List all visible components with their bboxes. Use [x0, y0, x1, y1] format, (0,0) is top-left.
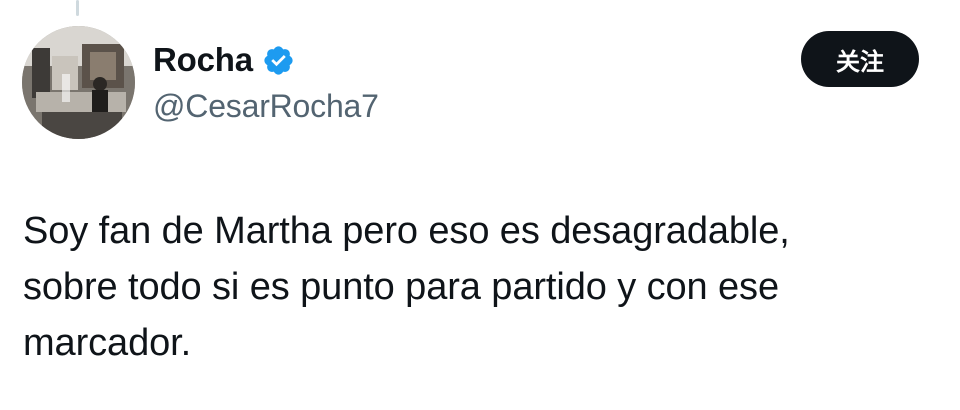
profile-photo-icon: [22, 26, 135, 139]
author-name-row: Rocha: [153, 38, 379, 82]
author-display-name[interactable]: Rocha: [153, 41, 253, 79]
avatar[interactable]: [22, 26, 135, 139]
author-handle[interactable]: @CesarRocha7: [153, 88, 379, 125]
thread-connector-line: [76, 0, 79, 16]
follow-button[interactable]: 关注: [801, 31, 919, 87]
author-block: Rocha @CesarRocha7: [153, 38, 379, 125]
tweet-text: Soy fan de Martha pero eso es desagradab…: [23, 210, 790, 364]
verified-badge-icon: [262, 44, 295, 77]
